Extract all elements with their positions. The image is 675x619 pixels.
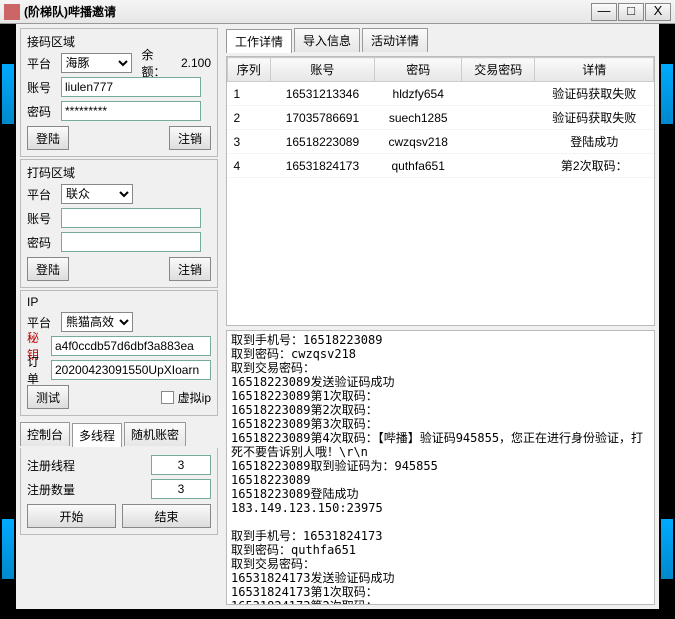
- right-panel: 工作详情 导入信息 活动详情 序列账号密码交易密码详情 116531213346…: [222, 24, 659, 609]
- receive-account-input[interactable]: [61, 77, 201, 97]
- table-cell: suech1285: [375, 106, 462, 130]
- table-cell: 17035786691: [270, 106, 375, 130]
- table-cell: 验证码获取失败: [535, 82, 654, 106]
- table-cell: 3: [228, 130, 271, 154]
- table-header[interactable]: 序列: [228, 58, 271, 82]
- table-cell: 4: [228, 154, 271, 178]
- receive-password-label: 密码: [27, 103, 57, 120]
- titlebar: (阶梯队)哔播邀请 — □ X: [0, 0, 675, 24]
- tab-work-detail[interactable]: 工作详情: [226, 29, 292, 53]
- table-row[interactable]: 316518223089cwzqsv218 登陆成功: [228, 130, 654, 154]
- receive-password-input[interactable]: [61, 101, 201, 121]
- left-panel: 接码区域 平台 海豚 余额： 2.100 账号 密码 登陆 注销: [16, 24, 222, 609]
- dama-platform-select[interactable]: 联众: [61, 184, 133, 204]
- minimize-button[interactable]: —: [591, 3, 617, 21]
- receive-account-label: 账号: [27, 79, 57, 96]
- table-row[interactable]: 416531824173quthfa651 第2次取码：: [228, 154, 654, 178]
- table-header[interactable]: 详情: [535, 58, 654, 82]
- table-cell: 16531824173: [270, 154, 375, 178]
- right-tabs: 工作详情 导入信息 活动详情: [226, 28, 655, 52]
- tab-random-acct[interactable]: 随机账密: [124, 422, 186, 446]
- receive-group: 接码区域 平台 海豚 余额： 2.100 账号 密码 登陆 注销: [20, 28, 218, 157]
- tab-activity-detail[interactable]: 活动详情: [362, 28, 428, 52]
- table-cell: 第2次取码：: [535, 154, 654, 178]
- ip-platform-label: 平台: [27, 314, 57, 331]
- dama-account-label: 账号: [27, 210, 57, 227]
- receive-logout-button[interactable]: 注销: [169, 126, 211, 150]
- table-cell: 1: [228, 82, 271, 106]
- table-row[interactable]: 116531213346hldzfy654 验证码获取失败: [228, 82, 654, 106]
- receive-title: 接码区域: [27, 33, 211, 50]
- table-cell: 16518223089: [270, 130, 375, 154]
- table-cell: [462, 106, 535, 130]
- ip-platform-select[interactable]: 熊猫高效: [61, 312, 133, 332]
- receive-platform-select[interactable]: 海豚: [61, 53, 132, 73]
- data-table-wrap[interactable]: 序列账号密码交易密码详情 116531213346hldzfy654 验证码获取失…: [226, 56, 655, 326]
- table-cell: 16531213346: [270, 82, 375, 106]
- table-header[interactable]: 密码: [375, 58, 462, 82]
- table-cell: 登陆成功: [535, 130, 654, 154]
- table-cell: hldzfy654: [375, 82, 462, 106]
- app-icon: [4, 4, 20, 20]
- regcount-label: 注册数量: [27, 481, 75, 498]
- window-title: (阶梯队)哔播邀请: [24, 3, 591, 20]
- dama-password-input[interactable]: [61, 232, 201, 252]
- receive-login-button[interactable]: 登陆: [27, 126, 69, 150]
- receive-balance-value: 2.100: [181, 56, 211, 70]
- tab-multithread[interactable]: 多线程: [72, 423, 122, 447]
- table-header[interactable]: 交易密码: [462, 58, 535, 82]
- maximize-button[interactable]: □: [618, 3, 644, 21]
- dama-account-input[interactable]: [61, 208, 201, 228]
- end-button[interactable]: 结束: [122, 504, 211, 528]
- log-output[interactable]: 取到手机号：16518223089 取到密码：cwzqsv218 取到交易密码：…: [226, 330, 655, 605]
- dama-logout-button[interactable]: 注销: [169, 257, 211, 281]
- table-cell: [462, 154, 535, 178]
- data-table: 序列账号密码交易密码详情 116531213346hldzfy654 验证码获取失…: [227, 57, 654, 178]
- regcount-input[interactable]: [151, 479, 211, 499]
- table-cell: 验证码获取失败: [535, 106, 654, 130]
- dama-platform-label: 平台: [27, 186, 57, 203]
- receive-balance-label: 余额：: [142, 46, 177, 80]
- ip-order-input[interactable]: [51, 360, 211, 380]
- ip-test-button[interactable]: 测试: [27, 385, 69, 409]
- table-header[interactable]: 账号: [270, 58, 375, 82]
- tab-console[interactable]: 控制台: [20, 422, 70, 446]
- dama-title: 打码区域: [27, 164, 211, 181]
- dama-password-label: 密码: [27, 234, 57, 251]
- ip-key-input[interactable]: [51, 336, 211, 356]
- dama-group: 打码区域 平台 联众 账号 密码 登陆 注销: [20, 159, 218, 288]
- virtual-ip-label: 虚拟ip: [178, 389, 211, 406]
- regthread-label: 注册线程: [27, 457, 75, 474]
- ip-title: IP: [27, 295, 211, 309]
- table-cell: 2: [228, 106, 271, 130]
- table-cell: quthfa651: [375, 154, 462, 178]
- ip-group: IP 平台 熊猫高效 秘钥 订单 测试 虚拟ip: [20, 290, 218, 416]
- table-cell: [462, 130, 535, 154]
- table-cell: cwzqsv218: [375, 130, 462, 154]
- table-row[interactable]: 217035786691suech1285 验证码获取失败: [228, 106, 654, 130]
- regthread-input[interactable]: [151, 455, 211, 475]
- thread-group: 注册线程 注册数量 开始 结束: [20, 448, 218, 535]
- table-cell: [462, 82, 535, 106]
- tab-import-info[interactable]: 导入信息: [294, 28, 360, 52]
- start-button[interactable]: 开始: [27, 504, 116, 528]
- dama-login-button[interactable]: 登陆: [27, 257, 69, 281]
- receive-platform-label: 平台: [27, 55, 57, 72]
- left-tabs: 控制台 多线程 随机账密: [20, 422, 218, 446]
- close-button[interactable]: X: [645, 3, 671, 21]
- ip-order-label: 订单: [27, 353, 47, 387]
- virtual-ip-checkbox[interactable]: [161, 391, 174, 404]
